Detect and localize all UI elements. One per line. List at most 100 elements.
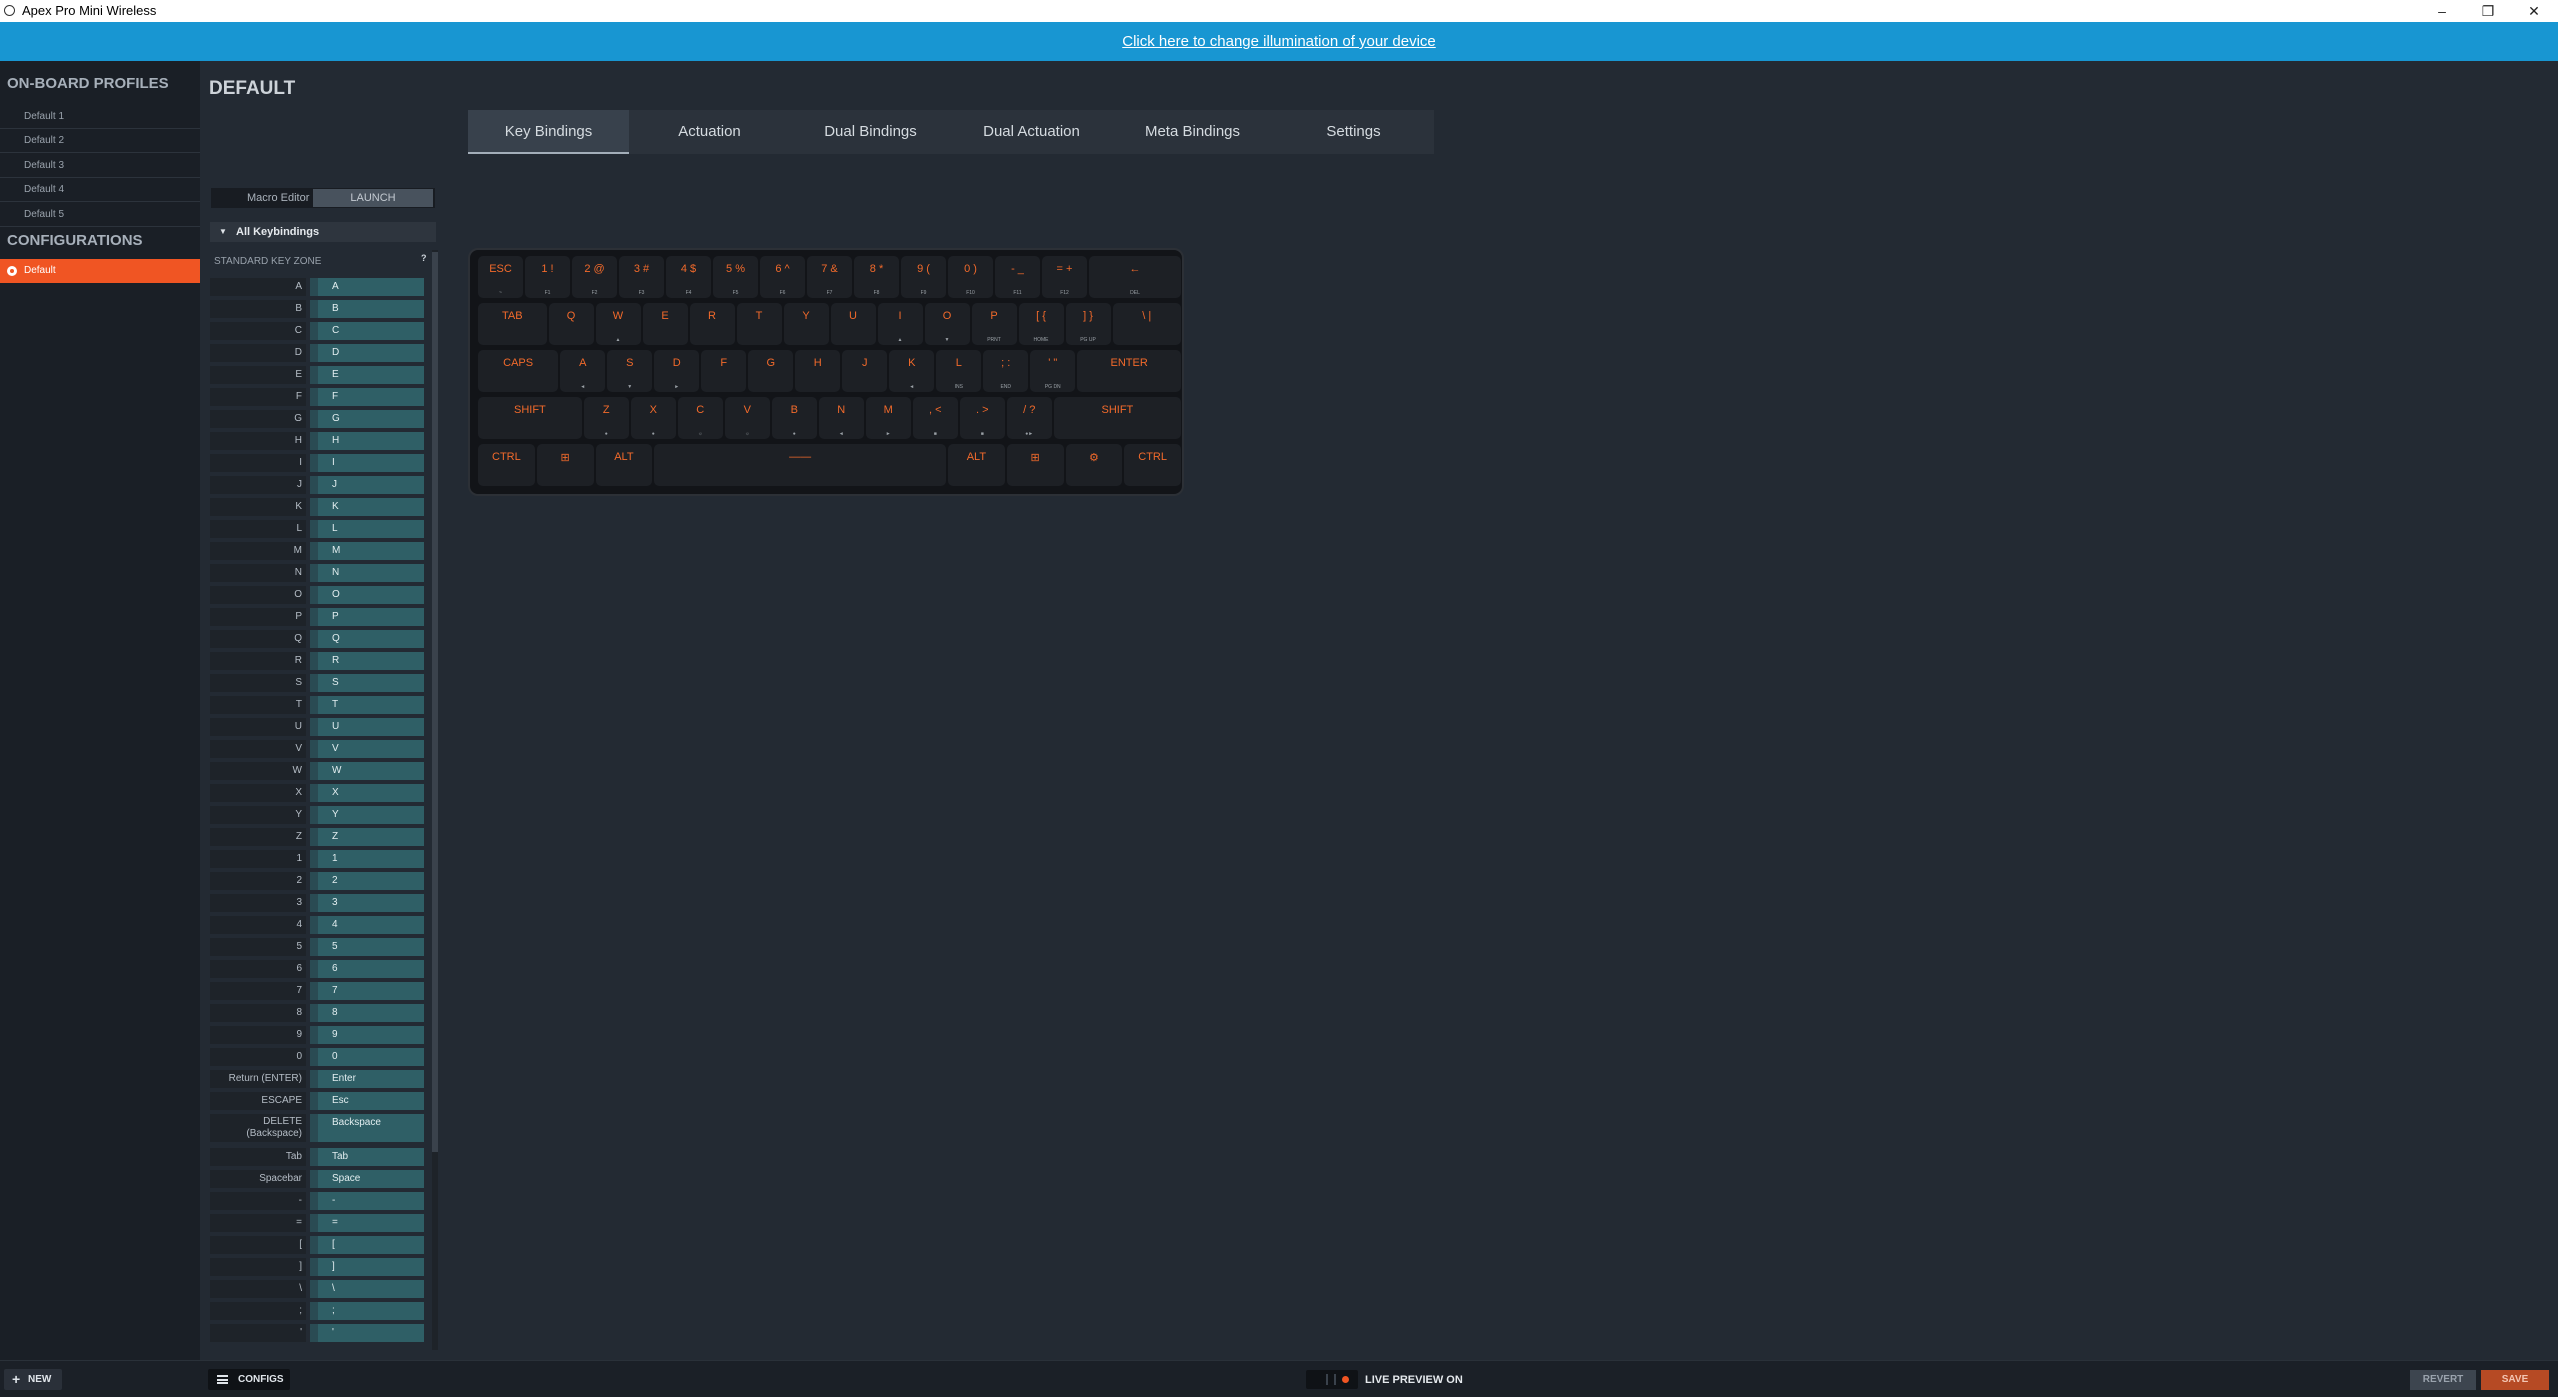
keyboard-key[interactable]: ALT <box>948 444 1005 486</box>
keyboard-key[interactable]: ] } PG UP <box>1065 303 1111 345</box>
key-binding-value[interactable]: G <box>310 410 424 428</box>
key-binding-value[interactable]: 5 <box>310 938 424 956</box>
keyboard-key[interactable]: S ▼ <box>607 350 653 392</box>
launch-button[interactable]: LAUNCH <box>313 189 433 207</box>
keyboard-key[interactable]: ⚙ <box>1065 444 1123 486</box>
close-button[interactable]: ✕ <box>2511 0 2557 22</box>
key-binding-value[interactable]: J <box>310 476 424 494</box>
key-binding-value[interactable]: C <box>310 322 424 340</box>
keyboard-key[interactable]: T <box>736 303 782 345</box>
keyboard-key[interactable]: Z ● <box>583 397 629 439</box>
key-binding-value[interactable]: Space <box>310 1170 424 1188</box>
keybindings-filter[interactable]: ▼ All Keybindings <box>210 222 436 242</box>
key-binding-value[interactable]: ; <box>310 1302 424 1320</box>
key-binding-value[interactable]: H <box>310 432 424 450</box>
keyboard-key[interactable]: 3 # F3 <box>619 256 664 298</box>
key-binding-value[interactable]: S <box>310 674 424 692</box>
keyboard-key[interactable]: E <box>642 303 688 345</box>
key-binding-value[interactable]: 0 <box>310 1048 424 1066</box>
key-binding-value[interactable]: 3 <box>310 894 424 912</box>
keyboard-key[interactable]: 0 ) F10 <box>948 256 993 298</box>
keyboard-key[interactable]: / ? ●► <box>1006 397 1052 439</box>
key-binding-value[interactable]: Q <box>310 630 424 648</box>
help-icon[interactable]: ? <box>421 253 431 263</box>
key-binding-value[interactable]: Y <box>310 806 424 824</box>
keyboard-key[interactable]: X ● <box>630 397 676 439</box>
live-preview-toggle[interactable] <box>1306 1370 1358 1389</box>
key-binding-value[interactable]: = <box>310 1214 424 1232</box>
key-binding-value[interactable]: 4 <box>310 916 424 934</box>
config-item-default[interactable]: Default <box>0 259 200 283</box>
keyboard-key[interactable]: U <box>830 303 876 345</box>
key-binding-value[interactable]: R <box>310 652 424 670</box>
keyboard-key[interactable]: R <box>689 303 735 345</box>
scrollbar-thumb[interactable] <box>432 252 438 1152</box>
keyboard-key[interactable]: G <box>748 350 794 392</box>
key-binding-value[interactable]: 8 <box>310 1004 424 1022</box>
key-binding-value[interactable]: \ <box>310 1280 424 1298</box>
new-button[interactable]: + NEW <box>4 1369 62 1390</box>
key-binding-value[interactable]: K <box>310 498 424 516</box>
keyboard-key[interactable]: F <box>701 350 747 392</box>
restore-button[interactable]: ❐ <box>2465 0 2511 22</box>
keyboard-key[interactable]: B ● <box>771 397 817 439</box>
key-binding-value[interactable]: L <box>310 520 424 538</box>
keybinding-scrollbar[interactable] <box>432 250 438 1350</box>
keyboard-key[interactable]: 8 * F8 <box>854 256 899 298</box>
keyboard-key[interactable]: 2 @ F2 <box>572 256 617 298</box>
key-binding-value[interactable]: X <box>310 784 424 802</box>
keyboard-key[interactable]: SHIFT <box>1053 397 1181 439</box>
profile-item[interactable]: Default 5 <box>0 203 200 227</box>
tab-meta-bindings[interactable]: Meta Bindings <box>1112 110 1273 154</box>
keyboard-key[interactable]: L INS <box>936 350 982 392</box>
keyboard-key[interactable]: - _ F11 <box>995 256 1040 298</box>
keyboard-key[interactable]: . > ■ <box>959 397 1005 439</box>
keyboard-key[interactable]: SHIFT <box>478 397 582 439</box>
key-binding-value[interactable]: T <box>310 696 424 714</box>
keyboard-key[interactable]: 6 ^ F6 <box>760 256 805 298</box>
tab-settings[interactable]: Settings <box>1273 110 1434 154</box>
keyboard-key[interactable]: O ▼ <box>924 303 970 345</box>
key-binding-value[interactable]: U <box>310 718 424 736</box>
profile-item[interactable]: Default 4 <box>0 178 200 203</box>
keyboard-key[interactable]: ESC ~ <box>478 256 523 298</box>
key-binding-value[interactable]: B <box>310 300 424 318</box>
key-binding-value[interactable]: Tab <box>310 1148 424 1166</box>
keyboard-key[interactable]: D ► <box>654 350 700 392</box>
keyboard-key[interactable]: ⊞ <box>1006 444 1064 486</box>
keyboard-key[interactable]: 9 (F9 <box>901 256 946 298</box>
key-binding-value[interactable]: 2 <box>310 872 424 890</box>
keyboard-key[interactable]: Q <box>548 303 594 345</box>
profile-item[interactable]: Default 3 <box>0 154 200 178</box>
minimize-button[interactable]: – <box>2419 0 2465 22</box>
tab-key-bindings[interactable]: Key Bindings <box>468 110 629 154</box>
keyboard-key[interactable]: CTRL <box>478 444 535 486</box>
keyboard-key[interactable]: P PRNT <box>971 303 1017 345</box>
key-binding-value[interactable]: 7 <box>310 982 424 1000</box>
key-binding-value[interactable]: A <box>310 278 424 296</box>
keyboard-key[interactable]: 7 & F7 <box>807 256 852 298</box>
key-binding-value[interactable]: Enter <box>310 1070 424 1088</box>
key-binding-value[interactable]: ] <box>310 1258 424 1276</box>
key-binding-value[interactable]: N <box>310 564 424 582</box>
keyboard-key[interactable]: ; : END <box>983 350 1029 392</box>
keyboard-key[interactable]: CTRL <box>1124 444 1181 486</box>
key-binding-value[interactable]: V <box>310 740 424 758</box>
configs-button[interactable]: CONFIGS <box>208 1369 290 1390</box>
key-binding-value[interactable]: P <box>310 608 424 626</box>
key-binding-value[interactable]: Backspace <box>310 1114 424 1142</box>
keyboard-key[interactable]: \ | <box>1112 303 1181 345</box>
save-button[interactable]: SAVE <box>2481 1370 2549 1390</box>
keyboard-key[interactable]: W ▲ <box>595 303 641 345</box>
keyboard-key[interactable]: 5 % F5 <box>713 256 758 298</box>
illumination-link[interactable]: Click here to change illumination of you… <box>1122 33 1436 50</box>
keyboard-key[interactable]: , < ■ <box>912 397 958 439</box>
keyboard-key[interactable]: = + F12 <box>1042 256 1087 298</box>
profile-item[interactable]: Default 2 <box>0 129 200 154</box>
keyboard-key[interactable]: Y <box>783 303 829 345</box>
key-binding-value[interactable]: ' <box>310 1324 424 1342</box>
keyboard-key[interactable]: ALT <box>595 444 653 486</box>
tab-dual-bindings[interactable]: Dual Bindings <box>790 110 951 154</box>
key-binding-value[interactable]: - <box>310 1192 424 1210</box>
tab-dual-actuation[interactable]: Dual Actuation <box>951 110 1112 154</box>
